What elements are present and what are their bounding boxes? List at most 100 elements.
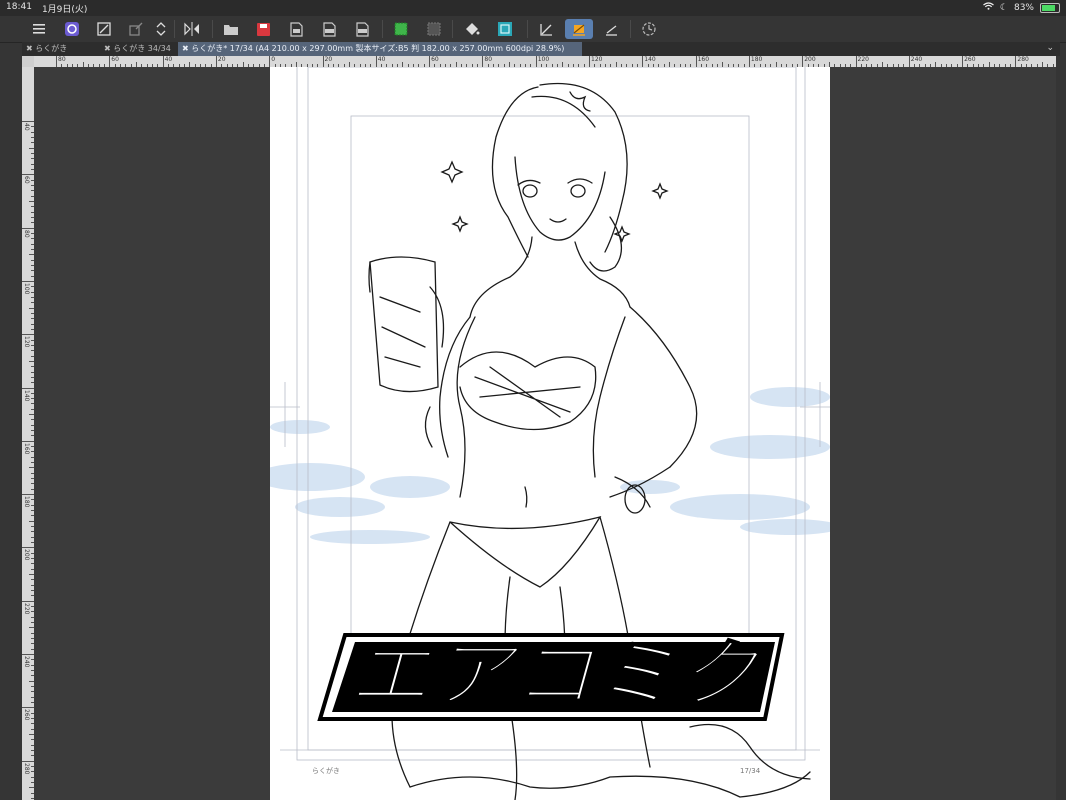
ruler-label: 240 [23, 656, 30, 668]
ruler-tick [748, 56, 750, 67]
tab-rakugaki-17[interactable]: ✖ らくがき* 17/34 (A4 210.00 x 297.00mm 製本サイ… [178, 42, 582, 56]
chevron-down-icon[interactable]: ⌄ [1046, 43, 1054, 53]
tab-rakugaki[interactable]: ✖ らくがき [22, 42, 102, 56]
save-icon [256, 22, 270, 36]
ruler-label: 280 [23, 762, 30, 775]
command-bar [0, 16, 1066, 43]
ruler-tick [56, 56, 57, 67]
ruler-tick [22, 600, 34, 602]
ruler-label: 80 [484, 56, 493, 63]
ruler-tick [642, 56, 644, 67]
fill-bucket-icon [466, 23, 480, 35]
deselect-icon [427, 22, 441, 36]
select-all-button[interactable] [390, 19, 412, 39]
ruler-label: 160 [23, 442, 30, 455]
ruler-corner [22, 56, 34, 67]
ruler-label: 120 [591, 56, 603, 63]
ruler-label: 140 [644, 56, 656, 63]
ruler-tick [22, 494, 34, 496]
ruler-label: 220 [857, 56, 869, 63]
ruler-label: 40 [164, 56, 173, 63]
ruler-tick [22, 174, 34, 176]
flip-button[interactable] [181, 19, 203, 39]
ruler-tick [589, 56, 590, 67]
logo-text: エアコミク [348, 632, 762, 718]
battery-percentage: 83% [1013, 2, 1034, 13]
ruler-tick [429, 56, 431, 67]
ruler-horizontal: 80 60 40 20 0 20 40 60 80 100 120 140 160 180 200 220 24… [34, 56, 1056, 67]
layer-color-icon [498, 22, 512, 36]
transform-button[interactable] [125, 19, 147, 39]
canvas-page[interactable]: エアコミク らくがき 17/34 [270, 67, 830, 800]
moon-icon: ☾ [999, 2, 1008, 13]
layer-color-button[interactable] [494, 19, 516, 39]
up-down-icon [156, 22, 166, 36]
menu-button[interactable] [28, 19, 50, 39]
ruler-vertical: 40 60 80 100 120 140 160 180 200 220 240 260 280 [22, 67, 34, 800]
ruler-label: 260 [964, 56, 976, 63]
ruler-tick [22, 334, 34, 336]
canvas-area[interactable]: エアコミク らくがき 17/34 [34, 67, 1056, 800]
clip-studio-button[interactable] [61, 19, 83, 39]
close-icon[interactable]: ✖ [182, 44, 189, 53]
flip-horizontal-icon [184, 22, 199, 36]
time-lapse-button[interactable] [638, 19, 660, 39]
ruler-tick [22, 121, 34, 122]
ruler-tick [269, 56, 271, 67]
document-tabs: ✖ らくがき ✖ らくがき 34/34 ✖ らくがき* 17/34 (A4 21… [22, 42, 1060, 56]
ruler-tick [22, 227, 34, 229]
ruler-tick [109, 56, 111, 67]
tab-rakugaki-34[interactable]: ✖ らくがき 34/34 [100, 42, 180, 56]
ruler-tick [22, 707, 34, 709]
export-psd-button[interactable] [351, 19, 373, 39]
time-lapse-icon [642, 22, 656, 36]
scroll-toggle-button[interactable] [150, 19, 172, 39]
close-icon[interactable]: ✖ [104, 44, 111, 53]
ruler-label: 40 [377, 56, 386, 63]
select-all-icon [394, 22, 408, 36]
snap-grid-button[interactable] [600, 19, 622, 39]
ruler-label: 200 [23, 549, 30, 561]
ruler-tick [908, 56, 910, 67]
snap-ruler-icon [539, 23, 552, 36]
fill-button[interactable] [461, 19, 483, 39]
ruler-label: 280 [1017, 56, 1029, 63]
ruler-tick [22, 547, 34, 549]
battery-icon [1040, 2, 1060, 13]
ruler-label: 160 [697, 56, 710, 63]
export-button[interactable] [285, 19, 307, 39]
folder-icon [224, 24, 238, 35]
transform-icon [129, 22, 143, 36]
ruler-tick [22, 760, 34, 762]
wifi-icon [983, 2, 994, 13]
close-icon[interactable]: ✖ [26, 44, 33, 53]
snap-special-button[interactable] [565, 19, 593, 39]
ruler-tick [535, 56, 537, 67]
ruler-label: 140 [23, 389, 30, 401]
ruler-label: 20 [324, 56, 333, 63]
snap-special-icon [573, 24, 585, 36]
clock: 18:41 [6, 2, 32, 12]
ruler-label: 20 [217, 56, 226, 63]
logo-group: エアコミク [317, 631, 785, 721]
ruler-label: 200 [804, 56, 816, 63]
save-button[interactable] [252, 19, 274, 39]
ruler-snap-button[interactable] [535, 19, 557, 39]
ruler-label: 100 [537, 56, 550, 63]
open-button[interactable] [220, 19, 242, 39]
export-psd-icon [356, 21, 369, 37]
ruler-tick [22, 280, 34, 282]
ruler-tick [215, 56, 217, 67]
fit-canvas-button[interactable] [93, 19, 115, 39]
ruler-tick [802, 56, 804, 67]
export-png-button[interactable] [318, 19, 340, 39]
ruler-tick [375, 56, 377, 67]
deselect-button[interactable] [423, 19, 445, 39]
left-panel-strip: » [0, 16, 22, 800]
ruler-label: 80 [58, 56, 66, 63]
status-bar: 18:41 1月9日(火) ☾ 83% [0, 0, 1066, 16]
ruler-tick [855, 56, 857, 67]
ruler-label: 60 [431, 56, 439, 63]
fit-canvas-icon [97, 22, 111, 36]
margin-label-left: らくがき [312, 766, 340, 775]
